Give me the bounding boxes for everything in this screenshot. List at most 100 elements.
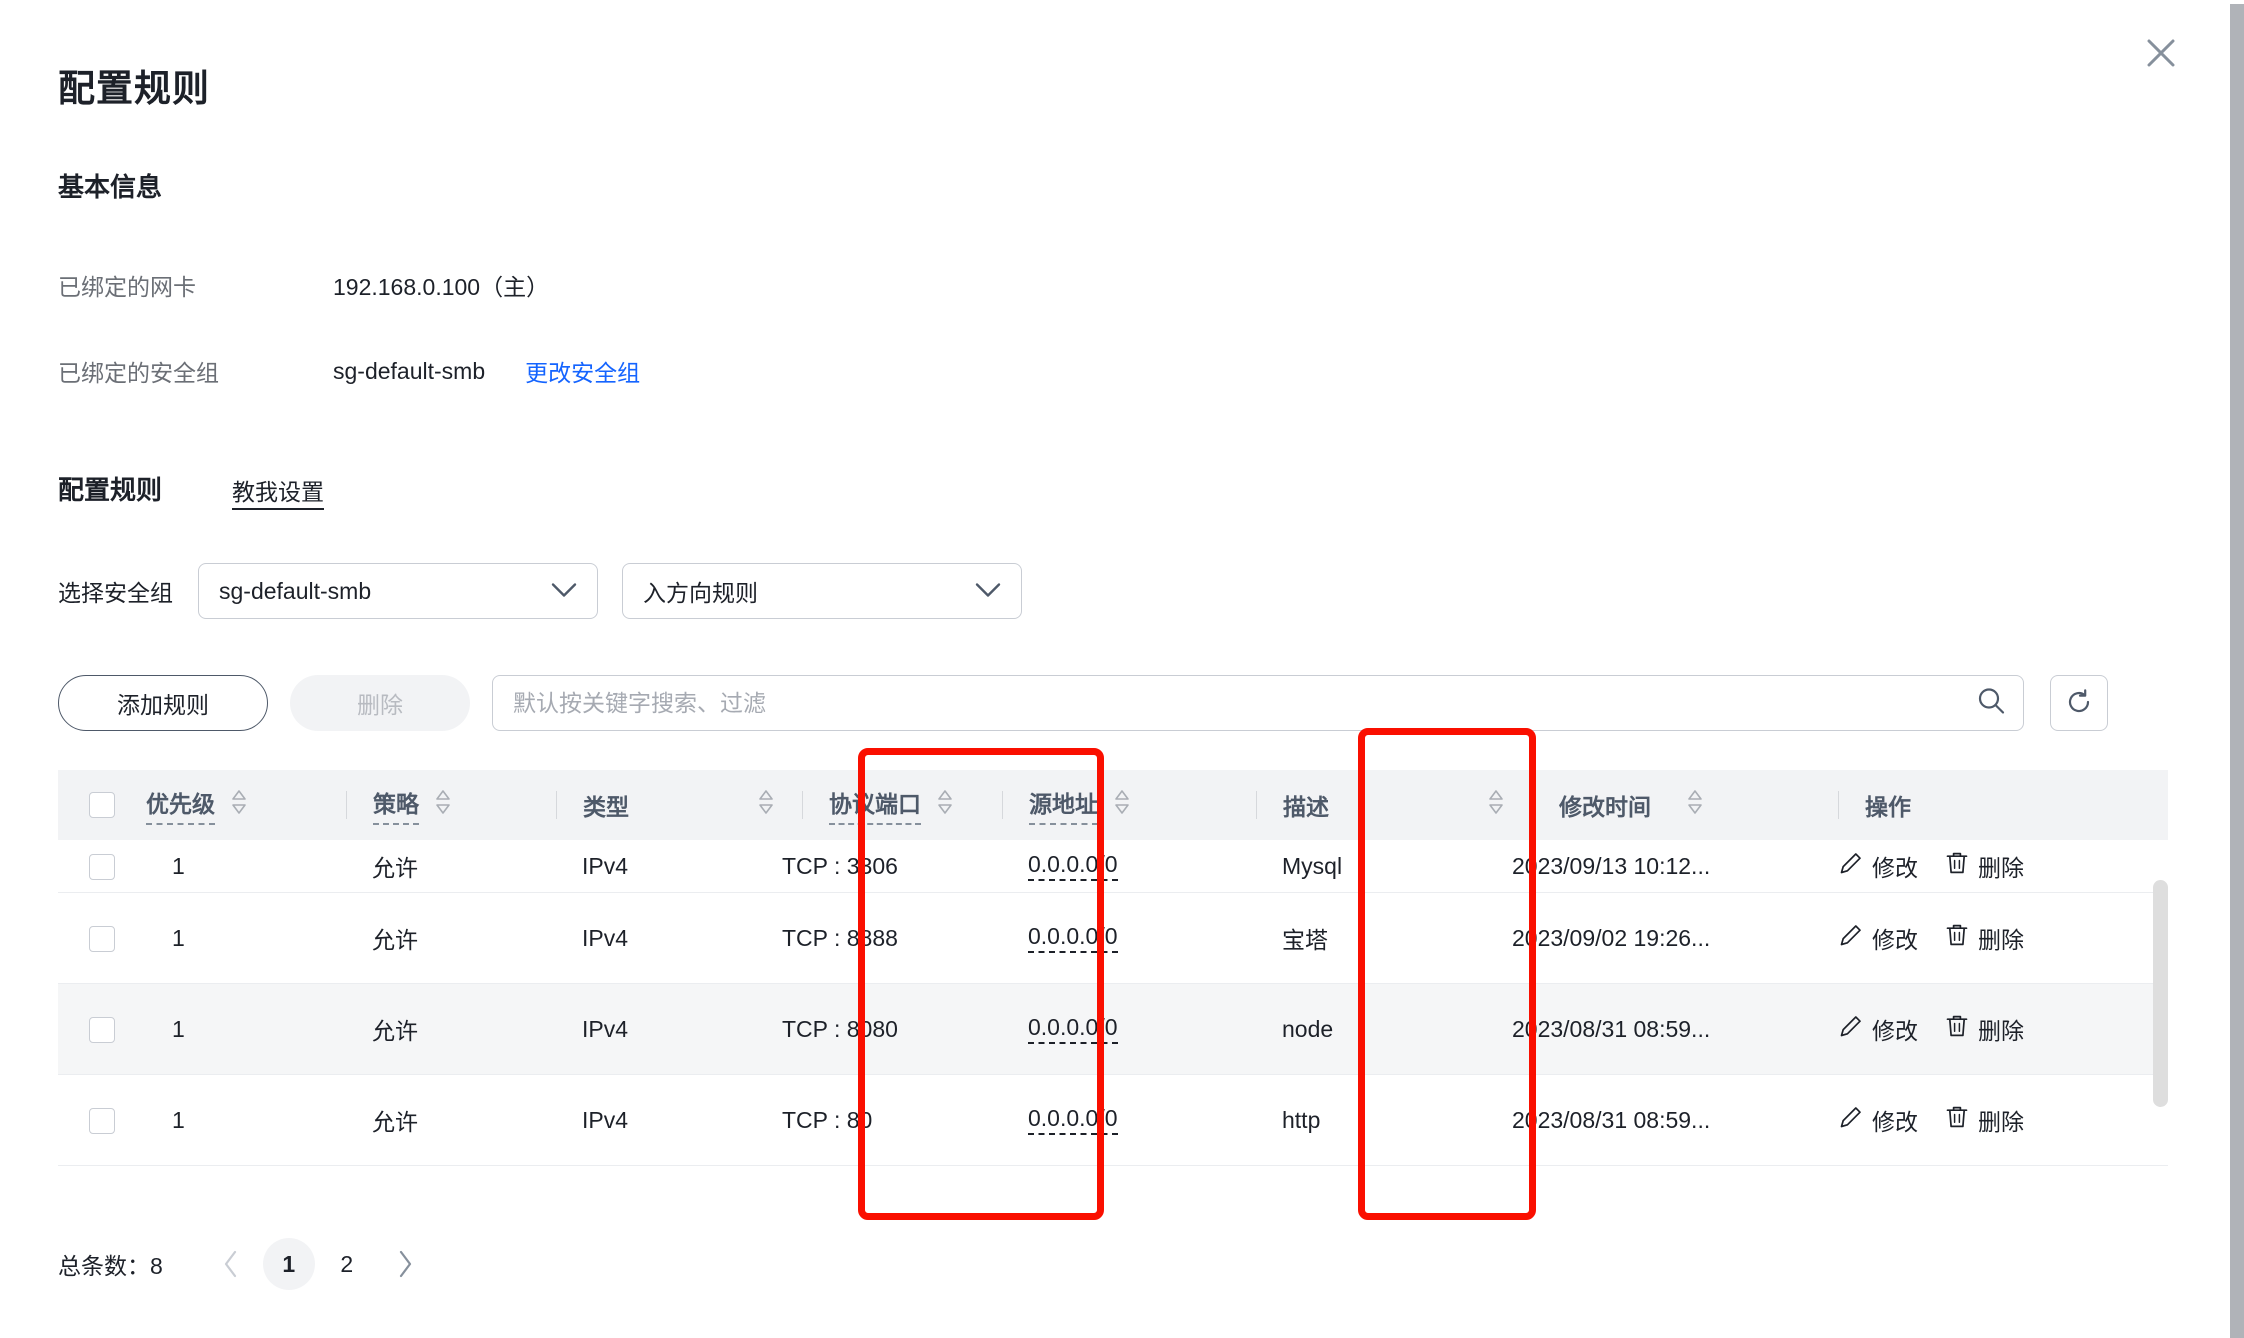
security-group-select[interactable]: sg-default-smb xyxy=(198,563,598,619)
sort-icon[interactable] xyxy=(756,788,776,822)
cell-protocol-port-text: TCP : 3306 xyxy=(782,852,898,879)
cell-source-address-text[interactable]: 0.0.0.0/0 xyxy=(1028,925,1118,953)
table-toolbar: 添加规则 删除 xyxy=(58,675,2108,731)
pagination-page-2[interactable]: 2 xyxy=(321,1238,373,1290)
row-checkbox[interactable] xyxy=(89,853,115,880)
cell-policy-text: 允许 xyxy=(372,855,418,881)
cell-policy-text: 允许 xyxy=(372,1109,418,1135)
select-all-header xyxy=(58,770,146,840)
column-header-description-label: 描述 xyxy=(1283,794,1329,820)
configure-rules-dialog: 配置规则 基本信息 已绑定的网卡 192.168.0.100（主） 已绑定的安全… xyxy=(0,0,2230,1338)
edit-rule-button[interactable]: 修改 xyxy=(1838,1012,1918,1046)
cell-description-text: Mysql xyxy=(1282,852,1343,879)
rule-direction-select[interactable]: 入方向规则 xyxy=(622,563,1022,619)
row-checkbox[interactable] xyxy=(89,1107,115,1134)
trash-icon xyxy=(1944,1104,1970,1136)
edit-rule-button[interactable]: 修改 xyxy=(1838,849,1918,883)
cell-type: IPv4 xyxy=(556,1074,756,1166)
cell-modify-time: 2023/08/31 08:59... xyxy=(1486,1074,1838,1166)
delete-button[interactable]: 删除 xyxy=(290,675,470,731)
row-checkbox-cell xyxy=(58,983,146,1075)
sort-icon[interactable] xyxy=(1112,788,1132,822)
edit-rule-label: 修改 xyxy=(1872,855,1918,881)
column-header-modify-time-label: 修改时间 xyxy=(1559,794,1651,820)
column-header-type[interactable]: 类型 xyxy=(556,770,756,840)
edit-rule-button[interactable]: 修改 xyxy=(1838,1103,1918,1137)
change-security-group-link[interactable]: 更改安全组 xyxy=(525,354,640,388)
cell-action: 修改 删除 xyxy=(1838,840,2168,893)
delete-rule-button[interactable]: 删除 xyxy=(1944,849,2024,883)
cell-type-text: IPv4 xyxy=(582,1106,629,1133)
column-header-description[interactable]: 描述 xyxy=(1256,770,1486,840)
cell-modify-time-text: 2023/09/13 10:12... xyxy=(1512,852,1711,879)
pencil-icon xyxy=(1838,1013,1864,1045)
row-checkbox-cell xyxy=(58,840,146,893)
delete-rule-button[interactable]: 删除 xyxy=(1944,1012,2024,1046)
rules-table: 优先级 策略 类型 协议端口 源地址 描述 修改时间 操作 1 允许 IPv4 … xyxy=(58,770,2168,1166)
column-header-modify-time[interactable]: 修改时间 xyxy=(1486,770,1838,840)
cell-priority-text: 1 xyxy=(172,852,185,879)
total-count-label: 总条数：8 xyxy=(58,1253,163,1279)
column-header-source-address[interactable]: 源地址 xyxy=(1002,770,1256,840)
pagination-prev-button[interactable] xyxy=(205,1238,257,1290)
search-icon[interactable] xyxy=(1976,686,2006,721)
cell-priority-text: 1 xyxy=(172,1015,185,1042)
table-row[interactable]: 1 允许 IPv4 TCP : 3306 0.0.0.0/0 Mysql 202… xyxy=(58,840,2168,893)
refresh-button[interactable] xyxy=(2050,675,2108,731)
edit-rule-label: 修改 xyxy=(1872,927,1918,953)
chevron-down-icon xyxy=(975,578,1001,605)
cell-type: IPv4 xyxy=(556,840,756,893)
cell-action: 修改 删除 xyxy=(1838,1074,2168,1166)
table-row[interactable]: 1 允许 IPv4 TCP : 8888 0.0.0.0/0 宝塔 2023/0… xyxy=(58,892,2168,984)
row-checkbox[interactable] xyxy=(89,1016,115,1043)
sort-icon[interactable] xyxy=(935,788,955,822)
cell-priority: 1 xyxy=(146,892,346,984)
cell-source-address-text[interactable]: 0.0.0.0/0 xyxy=(1028,1107,1118,1135)
cell-source-address-text[interactable]: 0.0.0.0/0 xyxy=(1028,1016,1118,1044)
row-checkbox-cell xyxy=(58,1074,146,1166)
edit-rule-label: 修改 xyxy=(1872,1018,1918,1044)
cell-source-address: 0.0.0.0/0 xyxy=(1002,892,1256,984)
column-header-protocol-port-label: 协议端口 xyxy=(829,785,921,825)
pagination-page-1[interactable]: 1 xyxy=(262,1238,315,1290)
sort-icon[interactable] xyxy=(1685,788,1705,822)
sort-icon[interactable] xyxy=(229,788,249,822)
search-input[interactable] xyxy=(492,675,2024,731)
column-header-policy[interactable]: 策略 xyxy=(346,770,556,840)
cell-protocol-port: TCP : 3306 xyxy=(756,840,1002,893)
cell-source-address: 0.0.0.0/0 xyxy=(1002,840,1256,893)
close-icon[interactable] xyxy=(2138,30,2184,76)
sort-icon[interactable] xyxy=(1486,788,1506,822)
pencil-icon xyxy=(1838,850,1864,882)
table-row[interactable]: 1 允许 IPv4 TCP : 80 0.0.0.0/0 http 2023/0… xyxy=(58,1074,2168,1166)
cell-policy-text: 允许 xyxy=(372,927,418,953)
cell-modify-time: 2023/09/02 19:26... xyxy=(1486,892,1838,984)
cell-modify-time: 2023/09/13 10:12... xyxy=(1486,840,1838,893)
cell-protocol-port-text: TCP : 80 xyxy=(782,1106,873,1133)
trash-icon xyxy=(1944,1013,1970,1045)
table-vertical-scrollbar[interactable] xyxy=(2153,880,2168,1107)
sort-icon[interactable] xyxy=(433,788,453,822)
add-rule-button[interactable]: 添加规则 xyxy=(58,675,268,731)
row-checkbox[interactable] xyxy=(89,925,115,952)
select-security-group-label: 选择安全组 xyxy=(58,580,173,606)
delete-rule-button[interactable]: 删除 xyxy=(1944,921,2024,955)
column-divider xyxy=(346,791,347,819)
cell-protocol-port-text: TCP : 8888 xyxy=(782,924,898,951)
delete-rule-label: 删除 xyxy=(1978,927,2024,953)
delete-rule-button[interactable]: 删除 xyxy=(1944,1103,2024,1137)
edit-rule-button[interactable]: 修改 xyxy=(1838,921,1918,955)
table-row[interactable]: 1 允许 IPv4 TCP : 8080 0.0.0.0/0 node 2023… xyxy=(58,983,2168,1075)
delete-rule-label: 删除 xyxy=(1978,1018,2024,1044)
column-header-priority[interactable]: 优先级 xyxy=(146,770,346,840)
teach-me-settings-link[interactable]: 教我设置 xyxy=(232,473,324,507)
cell-protocol-port: TCP : 80 xyxy=(756,1074,1002,1166)
select-all-checkbox[interactable] xyxy=(89,792,115,818)
cell-type-text: IPv4 xyxy=(582,852,629,879)
pagination-next-button[interactable] xyxy=(379,1238,431,1290)
column-divider xyxy=(1532,791,1533,819)
column-header-protocol-port[interactable]: 协议端口 xyxy=(756,770,1002,840)
cell-priority: 1 xyxy=(146,840,346,893)
cell-protocol-port: TCP : 8080 xyxy=(756,983,1002,1075)
cell-source-address-text[interactable]: 0.0.0.0/0 xyxy=(1028,853,1118,881)
